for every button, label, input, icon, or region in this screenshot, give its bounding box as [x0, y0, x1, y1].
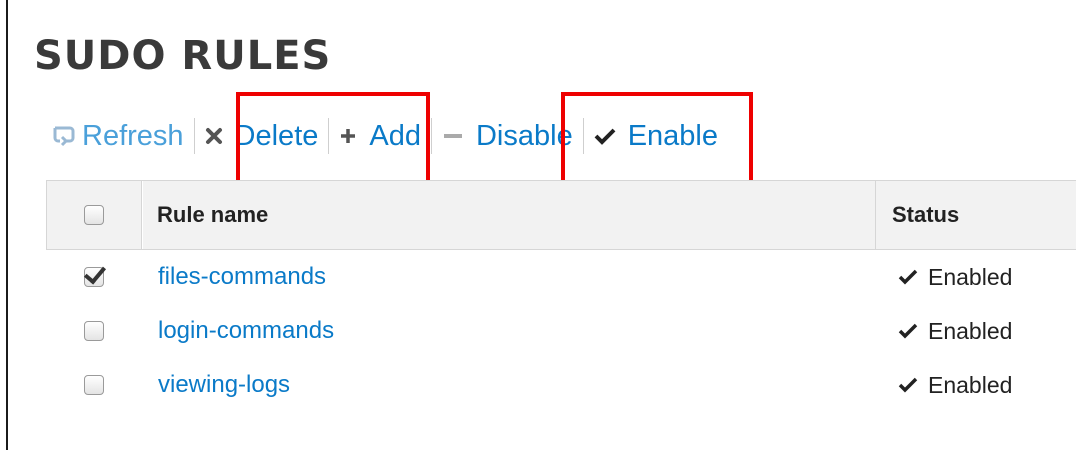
rule-name-link[interactable]: login-commands — [158, 317, 334, 345]
delete-highlight-box — [236, 92, 430, 184]
column-header-rule-name[interactable]: Rule name — [142, 181, 876, 249]
page-title: SUDO RULES — [34, 33, 332, 79]
refresh-label: Refresh — [82, 119, 184, 152]
row-checkbox[interactable] — [84, 321, 104, 341]
table-row: files-commands Enabled — [46, 250, 1076, 304]
check-icon — [898, 377, 918, 393]
window-left-border — [0, 0, 8, 450]
disable-button[interactable]: Disable — [442, 112, 573, 160]
row-checkbox-cell — [46, 321, 142, 341]
select-all-cell — [46, 181, 142, 249]
rule-name-cell: login-commands — [142, 317, 876, 345]
row-checkbox-cell — [46, 267, 142, 287]
rule-name-link[interactable]: files-commands — [158, 263, 326, 291]
rule-name-cell: files-commands — [142, 263, 876, 291]
check-icon — [898, 269, 918, 285]
toolbar-separator — [430, 118, 432, 154]
status-text: Enabled — [928, 371, 1013, 398]
disable-highlight-box — [561, 92, 753, 184]
table-row: login-commands Enabled — [46, 304, 1076, 358]
toolbar-separator — [193, 118, 195, 154]
table-header: Rule name Status — [46, 180, 1076, 250]
check-icon — [898, 323, 918, 339]
table-row: viewing-logs Enabled — [46, 358, 1076, 412]
select-all-checkbox[interactable] — [84, 205, 104, 225]
rule-name-cell: viewing-logs — [142, 371, 876, 399]
status-text: Enabled — [928, 263, 1013, 290]
disable-label: Disable — [475, 119, 573, 152]
row-checkbox[interactable] — [84, 375, 104, 395]
row-checkbox-checked[interactable] — [84, 267, 104, 287]
row-checkbox-cell — [46, 375, 142, 395]
status-cell: Enabled — [876, 318, 1076, 345]
refresh-icon — [52, 125, 76, 147]
sudo-rules-table: Rule name Status files-commands Enabled … — [46, 180, 1076, 412]
status-cell: Enabled — [876, 264, 1076, 291]
minus-icon — [442, 127, 464, 145]
column-header-status[interactable]: Status — [876, 181, 1076, 249]
refresh-button[interactable]: Refresh — [52, 112, 184, 160]
close-icon — [205, 127, 223, 145]
status-text: Enabled — [928, 317, 1013, 344]
status-cell: Enabled — [876, 372, 1076, 399]
rule-name-link[interactable]: viewing-logs — [158, 371, 290, 399]
